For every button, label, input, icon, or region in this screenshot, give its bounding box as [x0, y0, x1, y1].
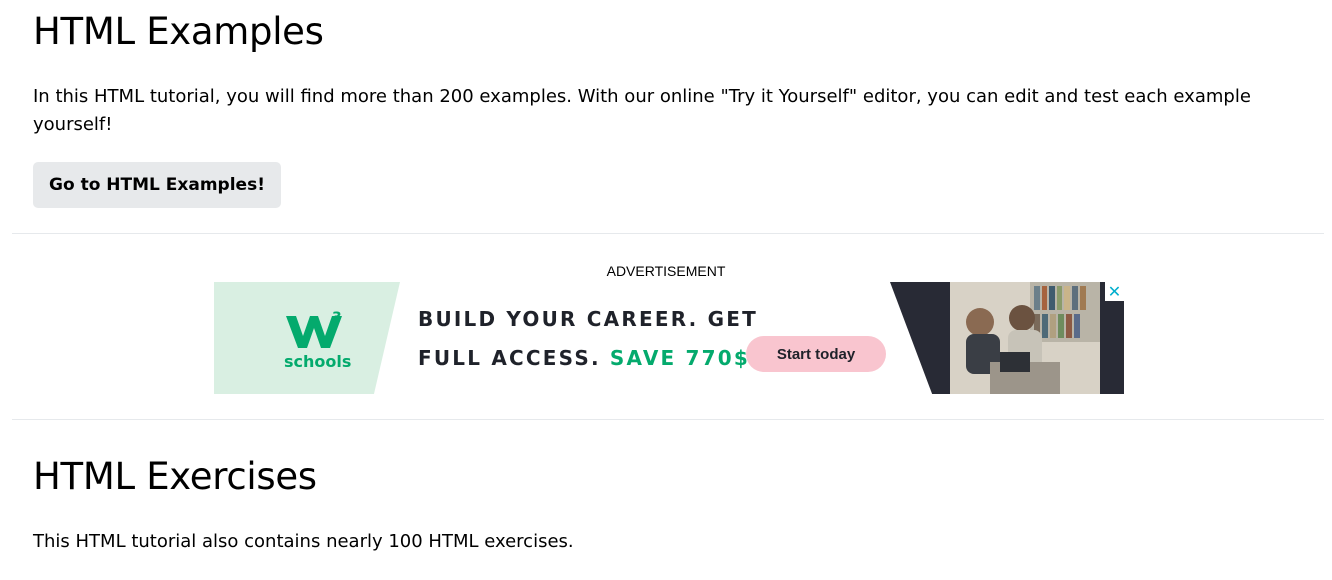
ad-photo-image [950, 282, 1100, 394]
w3schools-logo-icon: 3 [286, 310, 342, 348]
exercises-heading: HTML Exercises [33, 455, 317, 498]
ad-logo-text: schools [284, 352, 352, 371]
ad-banner[interactable]: 3 schools BUILD YOUR CAREER. GET FULL AC… [214, 282, 1124, 394]
start-today-button[interactable]: Start today [746, 336, 886, 372]
go-to-html-examples-button[interactable]: Go to HTML Examples! [33, 162, 281, 208]
examples-heading: HTML Examples [33, 10, 324, 53]
advertisement-label: ADVERTISEMENT [606, 263, 726, 279]
ad-headline-line2: FULL ACCESS. SAVE 770$ [418, 346, 750, 370]
close-ad-icon[interactable]: ✕ [1105, 282, 1124, 301]
ad-headline-text: FULL ACCESS. [418, 346, 610, 370]
examples-description: In this HTML tutorial, you will find mor… [33, 86, 1251, 135]
exercises-description: This HTML tutorial also contains nearly … [33, 531, 574, 552]
divider [12, 233, 1324, 234]
ad-headline-line1: BUILD YOUR CAREER. GET [418, 307, 758, 331]
ad-headline-accent: SAVE 770$ [609, 346, 751, 370]
divider [12, 419, 1324, 420]
svg-text:3: 3 [332, 310, 342, 326]
